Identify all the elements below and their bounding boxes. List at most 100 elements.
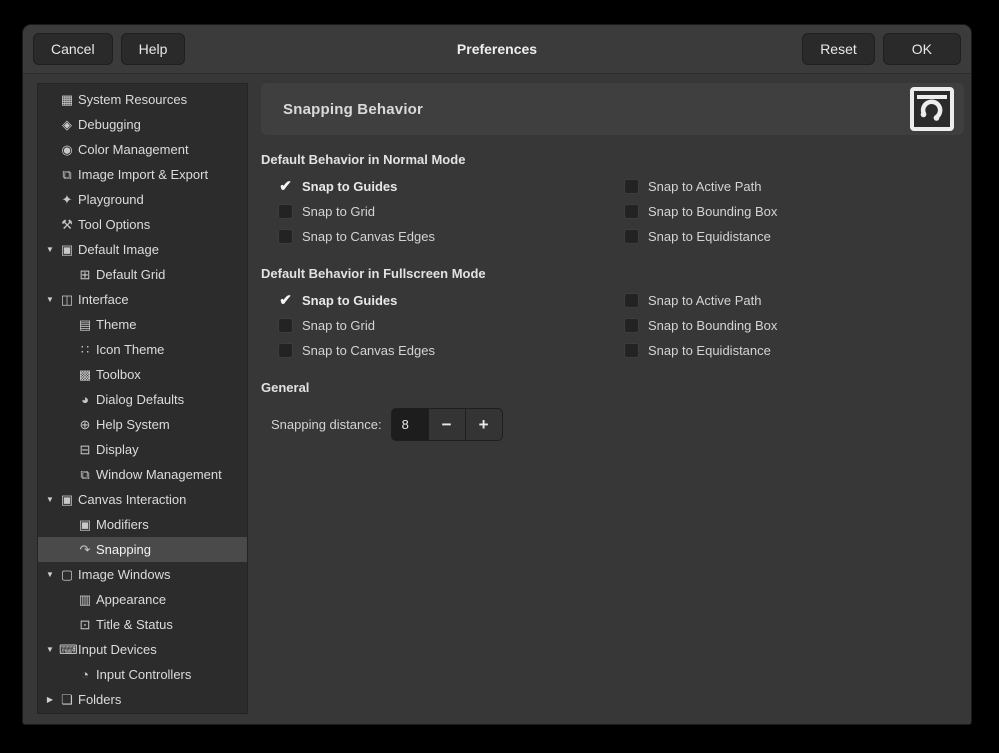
- increment-button[interactable]: +: [466, 408, 503, 441]
- checkbox-row-default-behavior-in-normal-mode-snap-to-active-path[interactable]: Snap to Active Path: [624, 174, 964, 199]
- checkbox-unchecked-icon[interactable]: [278, 343, 293, 358]
- checkbox-row-default-behavior-in-normal-mode-snap-to-grid[interactable]: Snap to Grid: [278, 199, 624, 224]
- sidebar-item-input-devices[interactable]: ▼⌨Input Devices: [38, 637, 247, 662]
- expander-open-icon[interactable]: ▼: [41, 495, 59, 504]
- sidebar-item-appearance[interactable]: ▥Appearance: [38, 587, 247, 612]
- sidebar-item-modifiers[interactable]: ▣Modifiers: [38, 512, 247, 537]
- titlebar-left-buttons: Cancel Help: [33, 33, 185, 65]
- sidebar-item-theme[interactable]: ▤Theme: [38, 312, 247, 337]
- sidebar-item-debugging[interactable]: ◈Debugging: [38, 112, 247, 137]
- checkbox-unchecked-icon[interactable]: [624, 293, 639, 308]
- sidebar-item-default-grid[interactable]: ⊞Default Grid: [38, 262, 247, 287]
- titlebar: Cancel Help Preferences Reset OK: [23, 25, 971, 74]
- checkbox-label: Snap to Active Path: [648, 179, 761, 194]
- debugging-icon: ◈: [59, 117, 75, 133]
- checkbox-column-left: ✔Snap to GuidesSnap to GridSnap to Canva…: [261, 174, 624, 249]
- checkbox-row-default-behavior-in-normal-mode-snap-to-equidistance[interactable]: Snap to Equidistance: [624, 224, 964, 249]
- checkbox-label: Snap to Guides: [302, 293, 397, 308]
- ok-button[interactable]: OK: [883, 33, 961, 65]
- sidebar-item-color-management[interactable]: ◉Color Management: [38, 137, 247, 162]
- checkbox-unchecked-icon[interactable]: [624, 343, 639, 358]
- checkbox-label: Snap to Bounding Box: [648, 318, 777, 333]
- sidebar-item-help-system[interactable]: ⊕Help System: [38, 412, 247, 437]
- behavior-sections: Default Behavior in Normal Mode✔Snap to …: [261, 152, 964, 363]
- expander-closed-icon[interactable]: ▶: [41, 695, 59, 704]
- checkbox-row-default-behavior-in-fullscreen-mode-snap-to-canvas-edges[interactable]: Snap to Canvas Edges: [278, 338, 624, 363]
- checkbox-row-default-behavior-in-normal-mode-snap-to-canvas-edges[interactable]: Snap to Canvas Edges: [278, 224, 624, 249]
- checkbox-label: Snap to Equidistance: [648, 343, 771, 358]
- sidebar-item-display[interactable]: ⊟Display: [38, 437, 247, 462]
- checkbox-unchecked-icon[interactable]: [624, 318, 639, 333]
- checkbox-row-default-behavior-in-fullscreen-mode-snap-to-guides[interactable]: ✔ Snap to Guides: [278, 288, 624, 313]
- snapping-distance-input[interactable]: [391, 408, 429, 441]
- sidebar-item-window-management[interactable]: ⧉Window Management: [38, 462, 247, 487]
- reset-button[interactable]: Reset: [802, 33, 875, 65]
- checkbox-label: Snap to Bounding Box: [648, 204, 777, 219]
- expander-open-icon[interactable]: ▼: [41, 245, 59, 254]
- checkbox-row-default-behavior-in-fullscreen-mode-snap-to-equidistance[interactable]: Snap to Equidistance: [624, 338, 964, 363]
- sidebar-item-label: Interface: [78, 292, 129, 307]
- checkbox-row-default-behavior-in-normal-mode-snap-to-bounding-box[interactable]: Snap to Bounding Box: [624, 199, 964, 224]
- snapping-distance-row: Snapping distance: − +: [261, 408, 964, 441]
- checkbox-row-default-behavior-in-normal-mode-snap-to-guides[interactable]: ✔Snap to Guides: [278, 174, 624, 199]
- dialog-defaults-icon: ◕: [77, 392, 93, 407]
- input-controllers-icon: ◔: [77, 667, 93, 682]
- preferences-dialog: Cancel Help Preferences Reset OK ▦System…: [22, 24, 972, 725]
- decrement-button[interactable]: −: [429, 408, 466, 441]
- sidebar-item-canvas-interaction[interactable]: ▼▣Canvas Interaction: [38, 487, 247, 512]
- content-panel: Snapping Behavior Default Behavior in No…: [261, 83, 964, 724]
- sidebar-item-image-windows[interactable]: ▼▢Image Windows: [38, 562, 247, 587]
- icon-theme-icon: ∷: [77, 342, 93, 358]
- sidebar-item-dialog-defaults[interactable]: ◕Dialog Defaults: [38, 387, 247, 412]
- checkbox-unchecked-icon[interactable]: [278, 318, 293, 333]
- checkbox-unchecked-icon[interactable]: [278, 204, 293, 219]
- sidebar-item-label: Color Management: [78, 142, 189, 157]
- checkbox-column-right: Snap to Active Path Snap to Bounding Box S…: [624, 174, 964, 249]
- checkbox-column-right: Snap to Active Path Snap to Bounding Box S…: [624, 288, 964, 363]
- expander-open-icon[interactable]: ▼: [41, 570, 59, 579]
- checkbox-checked-icon[interactable]: ✔: [278, 179, 293, 194]
- expander-open-icon[interactable]: ▼: [41, 645, 59, 654]
- general-section-title: General: [261, 380, 964, 395]
- help-button[interactable]: Help: [121, 33, 186, 65]
- input-devices-icon: ⌨: [59, 642, 75, 658]
- sidebar-item-label: Input Controllers: [96, 667, 191, 682]
- appearance-icon: ▥: [77, 592, 93, 608]
- content-header: Snapping Behavior: [261, 83, 964, 135]
- canvas-interaction-icon: ▣: [59, 492, 75, 508]
- sidebar-item-tool-options[interactable]: ⚒Tool Options: [38, 212, 247, 237]
- checkbox-row-default-behavior-in-fullscreen-mode-snap-to-bounding-box[interactable]: Snap to Bounding Box: [624, 313, 964, 338]
- checkbox-grid: ✔Snap to GuidesSnap to GridSnap to Canva…: [261, 174, 964, 249]
- checkbox-row-default-behavior-in-fullscreen-mode-snap-to-active-path[interactable]: Snap to Active Path: [624, 288, 964, 313]
- display-icon: ⊟: [77, 442, 93, 458]
- modifiers-icon: ▣: [77, 517, 93, 533]
- sidebar-item-icon-theme[interactable]: ∷Icon Theme: [38, 337, 247, 362]
- sidebar-item-folders[interactable]: ▶❏Folders: [38, 687, 247, 712]
- checkbox-unchecked-icon[interactable]: [624, 229, 639, 244]
- sidebar-item-default-image[interactable]: ▼▣Default Image: [38, 237, 247, 262]
- checkbox-unchecked-icon[interactable]: [624, 179, 639, 194]
- sidebar-item-label: Debugging: [78, 117, 141, 132]
- sidebar-item-interface[interactable]: ▼◫Interface: [38, 287, 247, 312]
- cancel-button[interactable]: Cancel: [33, 33, 113, 65]
- sidebar-item-toolbox[interactable]: ▩Toolbox: [38, 362, 247, 387]
- sidebar-item-label: Input Devices: [78, 642, 157, 657]
- sidebar-item-image-import-export[interactable]: ⧉Image Import & Export: [38, 162, 247, 187]
- sidebar-item-input-controllers[interactable]: ◔Input Controllers: [38, 662, 247, 687]
- snapping-distance-spinner: − +: [391, 408, 503, 441]
- expander-open-icon[interactable]: ▼: [41, 295, 59, 304]
- folders-icon: ❏: [59, 692, 75, 708]
- sidebar-item-label: Snapping: [96, 542, 151, 557]
- sidebar-item-title-status[interactable]: ⊡Title & Status: [38, 612, 247, 637]
- sidebar-item-label: Icon Theme: [96, 342, 164, 357]
- image-windows-icon: ▢: [59, 567, 75, 583]
- checkbox-row-default-behavior-in-fullscreen-mode-snap-to-grid[interactable]: Snap to Grid: [278, 313, 624, 338]
- checkbox-checked-icon[interactable]: ✔: [278, 293, 293, 308]
- sidebar-item-label: Display: [96, 442, 139, 457]
- checkbox-unchecked-icon[interactable]: [624, 204, 639, 219]
- sidebar-item-playground[interactable]: ✦Playground: [38, 187, 247, 212]
- sidebar-item-system-resources[interactable]: ▦System Resources: [38, 87, 247, 112]
- window-management-icon: ⧉: [77, 467, 93, 483]
- checkbox-unchecked-icon[interactable]: [278, 229, 293, 244]
- sidebar-item-snapping[interactable]: ↷Snapping: [38, 537, 247, 562]
